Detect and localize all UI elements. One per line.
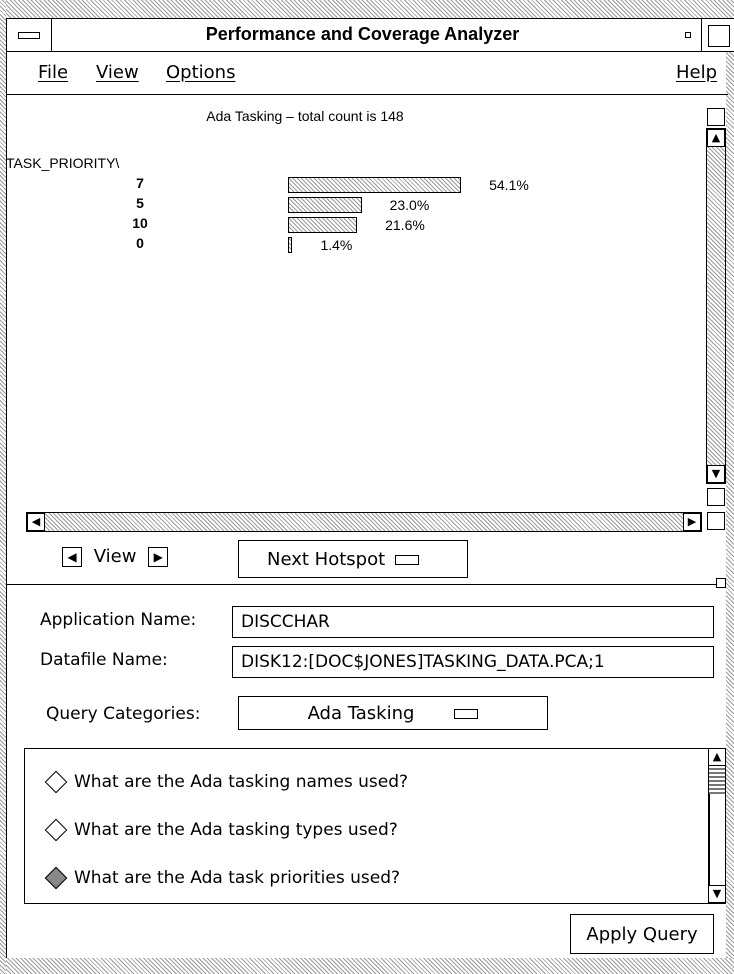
maximize-button[interactable] <box>702 19 734 51</box>
radio-unselected-icon[interactable] <box>44 818 68 842</box>
menu-file-label: File <box>38 62 69 83</box>
category-label: 10 <box>132 215 148 231</box>
scroll-down-arrow-icon[interactable]: ▼ <box>707 465 725 483</box>
apply-query-button[interactable]: Apply Query <box>570 914 714 954</box>
radio-selected-icon[interactable] <box>44 866 68 890</box>
query-item-label: What are the Ada tasking names used? <box>74 772 409 792</box>
query-item[interactable]: What are the Ada task priorities used? <box>44 866 401 890</box>
bar[interactable] <box>288 217 358 233</box>
application-name-field[interactable]: DISCCHAR <box>232 606 714 638</box>
menu-view[interactable]: View <box>96 62 139 83</box>
next-hotspot-button[interactable]: Next Hotspot <box>238 540 468 578</box>
query-list-scrollbar[interactable]: ▲ ▼ <box>708 748 726 904</box>
window-title: Performance and Coverage Analyzer <box>205 24 520 44</box>
datafile-name-field[interactable]: DISK12:[DOC$JONES]TASKING_DATA.PCA;1 <box>232 646 714 678</box>
window-border-left <box>0 0 6 974</box>
window-border-bottom <box>6 958 734 974</box>
percent-label: 23.0% <box>389 197 430 213</box>
bar[interactable] <box>288 177 462 193</box>
view-navigator: ◀ View ▶ <box>62 546 169 567</box>
chart-title: Ada Tasking – total count is 148 <box>206 108 404 124</box>
scroll-up-arrow-icon[interactable]: ▲ <box>708 748 726 766</box>
window-menu-icon <box>18 32 40 39</box>
horizontal-scroll-thumb[interactable] <box>45 513 683 531</box>
query-categories-dropdown[interactable]: Ada Tasking <box>238 696 548 730</box>
pane-divider <box>6 584 724 585</box>
application-name-label: Application Name: <box>40 610 197 630</box>
minimize-button[interactable] <box>674 19 702 51</box>
view-previous-icon[interactable]: ◀ <box>62 547 82 567</box>
percent-label: 54.1% <box>489 177 529 193</box>
window-border-right <box>726 52 734 974</box>
scroll-down-arrow-icon[interactable]: ▼ <box>708 885 726 903</box>
horizontal-scrollbar[interactable]: ◀ ▶ <box>26 512 702 532</box>
menu-options[interactable]: Options <box>166 62 235 83</box>
query-item[interactable]: What are the Ada tasking names used? <box>44 770 409 794</box>
query-scroll-thumb[interactable] <box>709 766 725 794</box>
window-menu-button[interactable] <box>6 19 52 51</box>
radio-unselected-icon[interactable] <box>44 770 68 794</box>
percent-label: 21.6% <box>385 217 425 233</box>
scroll-up-arrow-icon[interactable]: ▲ <box>707 129 725 147</box>
datafile-name-label: Datafile Name: <box>40 650 168 670</box>
menu-options-label: Options <box>166 62 236 83</box>
category-label: 7 <box>136 175 144 191</box>
menu-help-label: Help <box>676 62 718 83</box>
next-hotspot-label: Next Hotspot <box>267 549 386 570</box>
window-border-top <box>6 0 734 18</box>
scroll-right-arrow-icon[interactable]: ▶ <box>683 513 701 531</box>
bar[interactable] <box>288 197 362 213</box>
vertical-scrollbar[interactable]: ▲ ▼ <box>706 128 726 484</box>
chart-attribute-label: TASK_PRIORITY\ <box>6 155 120 171</box>
scroll-top-button[interactable] <box>707 108 725 126</box>
scroll-corner-box <box>707 512 725 530</box>
query-categories-label: Query Categories: <box>46 704 201 724</box>
scroll-left-arrow-icon[interactable]: ◀ <box>27 513 45 531</box>
menu-help[interactable]: Help <box>676 62 717 83</box>
category-label: 0 <box>136 235 144 251</box>
menu-view-label: View <box>96 62 139 83</box>
query-categories-value: Ada Tasking <box>307 703 415 724</box>
scroll-bottom-button[interactable] <box>707 488 725 506</box>
query-item-label: What are the Ada tasking types used? <box>74 820 398 840</box>
bar[interactable] <box>288 237 293 253</box>
category-label: 5 <box>136 195 144 211</box>
view-next-icon[interactable]: ▶ <box>148 547 169 567</box>
pane-sash[interactable] <box>716 578 726 588</box>
option-menu-icon <box>454 709 479 719</box>
maximize-icon <box>708 25 730 47</box>
option-menu-icon <box>395 555 420 565</box>
view-label: View <box>93 546 137 567</box>
minimize-icon <box>685 32 691 38</box>
vertical-scroll-thumb[interactable] <box>707 147 725 465</box>
menu-file[interactable]: File <box>38 62 68 83</box>
percent-label: 1.4% <box>320 237 353 253</box>
query-item-label: What are the Ada task priorities used? <box>74 868 401 888</box>
query-item[interactable]: What are the Ada tasking types used? <box>44 818 398 842</box>
